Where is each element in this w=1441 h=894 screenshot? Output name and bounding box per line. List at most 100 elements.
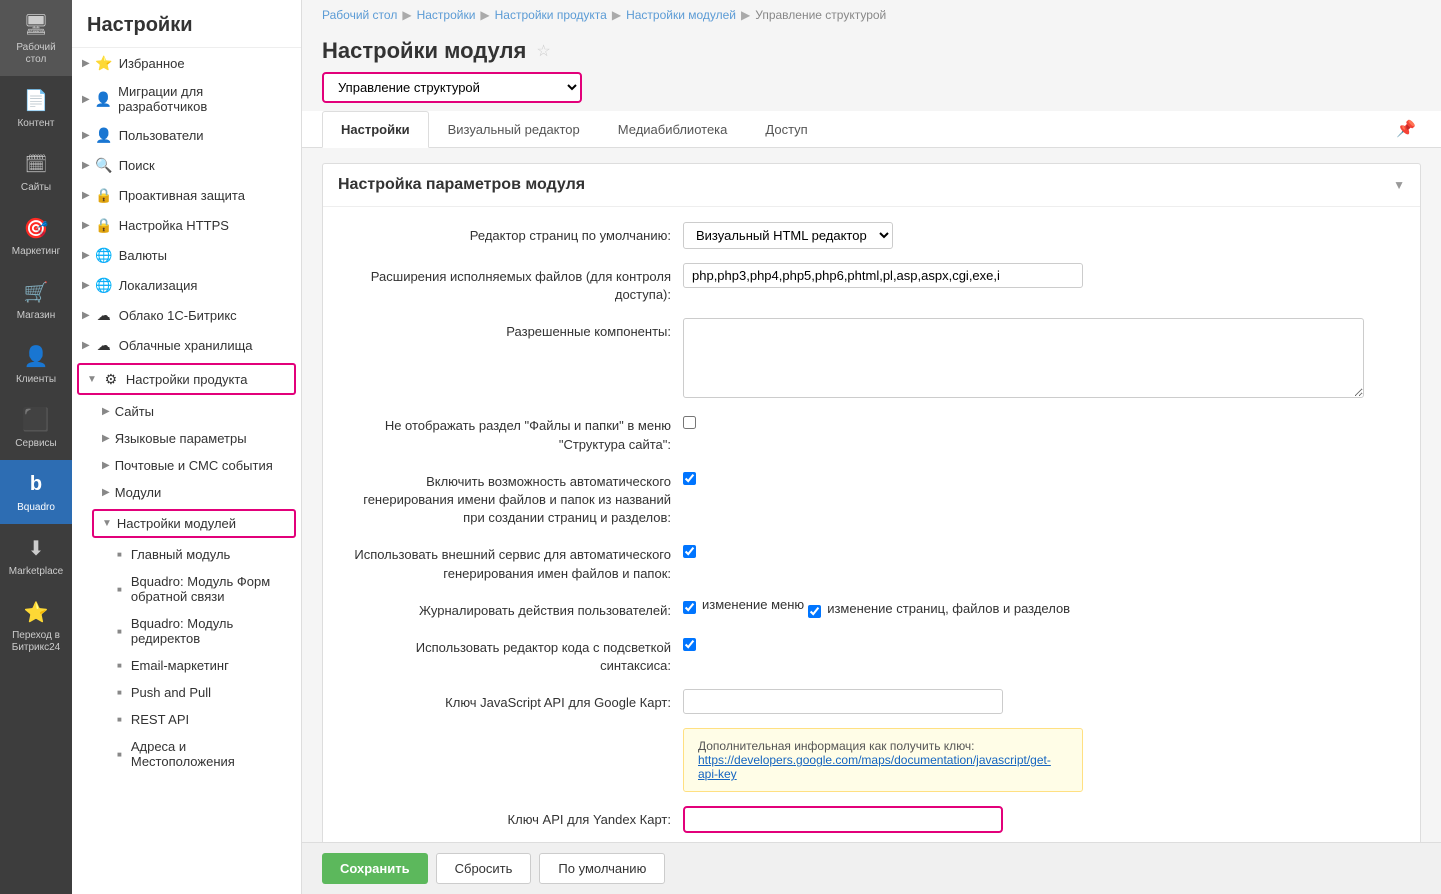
yandex-maps-input[interactable] xyxy=(683,806,1003,833)
sidebar-item-shop[interactable]: 🛒 Магазин xyxy=(0,268,72,332)
product-settings-icon: ⚙ xyxy=(102,370,120,388)
external-service-checkbox[interactable] xyxy=(683,545,696,558)
menu-item-favorites[interactable]: ▶ ⭐ Избранное xyxy=(72,48,301,78)
default-button[interactable]: По умолчанию xyxy=(539,853,665,884)
log-actions-control: изменение меню изменение страниц, файлов… xyxy=(683,597,1400,618)
arrow-icon: ▶ xyxy=(82,310,90,321)
google-maps-label: Ключ JavaScript API для Google Карт: xyxy=(343,689,683,712)
arrow-icon: ▶ xyxy=(82,160,90,171)
sidebar-item-clients[interactable]: 👤 Клиенты xyxy=(0,332,72,396)
sidebar-item-bitrix24[interactable]: ⭐ Переход в Битрикс24 xyxy=(0,588,72,664)
auto-generate-control xyxy=(683,468,1400,485)
menu-item-cloud-storage[interactable]: ▶ ☁ Облачные хранилища xyxy=(72,330,301,360)
sidebar-item-marketing[interactable]: 🎯 Маркетинг xyxy=(0,204,72,268)
expand-arrow-icon: ▼ xyxy=(102,518,112,529)
clients-icon: 👤 xyxy=(22,342,50,370)
log-menu-checkbox[interactable] xyxy=(683,601,696,614)
file-extensions-input[interactable] xyxy=(683,263,1083,288)
menu-item-bquadro-redirect[interactable]: ■ Bquadro: Модуль редиректов xyxy=(72,610,301,652)
sidebar-item-bquadro[interactable]: b Bquadro xyxy=(0,460,72,524)
sidebar-menu: Настройки ▶ ⭐ Избранное ▶ 👤 Миграции для… xyxy=(72,0,302,894)
page-editor-label: Редактор страниц по умолчанию: xyxy=(343,222,683,245)
menu-item-users[interactable]: ▶ 👤 Пользователи xyxy=(72,120,301,150)
log-actions-row: Журналировать действия пользователей: из… xyxy=(343,597,1400,620)
arrow-icon: ▶ xyxy=(102,406,110,417)
module-selector[interactable]: Управление структурой xyxy=(322,72,582,103)
hide-files-checkbox[interactable] xyxy=(683,416,696,429)
collapse-icon[interactable]: ▼ xyxy=(1393,178,1405,192)
menu-item-migrations[interactable]: ▶ 👤 Миграции для разработчиков xyxy=(72,78,301,120)
sidebar-item-desktop[interactable]: 🖥 Рабочий стол xyxy=(0,0,72,76)
menu-item-email-marketing[interactable]: ■ Email-маркетинг xyxy=(72,652,301,679)
tab-access[interactable]: Доступ xyxy=(746,111,826,148)
menu-item-currency[interactable]: ▶ 🌐 Валюты xyxy=(72,240,301,270)
breadcrumb-settings[interactable]: Настройки xyxy=(417,8,476,22)
menu-item-sites-sub[interactable]: ▶ Сайты xyxy=(72,398,301,425)
auto-generate-label: Включить возможность автоматического ген… xyxy=(343,468,683,528)
reset-button[interactable]: Сбросить xyxy=(436,853,532,884)
menu-item-product-settings[interactable]: ▼ ⚙ Настройки продукта xyxy=(79,365,294,393)
log-actions-label: Журналировать действия пользователей: xyxy=(343,597,683,620)
menu-item-bquadro-forms[interactable]: ■ Bquadro: Модуль Форм обратной связи xyxy=(72,568,301,610)
file-extensions-row: Расширения исполняемых файлов (для контр… xyxy=(343,263,1400,304)
favorites-icon: ⭐ xyxy=(95,54,113,72)
page-title: Настройки модуля xyxy=(322,38,526,64)
arrow-icon: ■ xyxy=(117,585,122,594)
google-maps-control xyxy=(683,689,1400,714)
tab-media-library[interactable]: Медиабиблиотека xyxy=(599,111,747,148)
menu-item-lang-params[interactable]: ▶ Языковые параметры xyxy=(72,425,301,452)
auto-generate-row: Включить возможность автоматического ген… xyxy=(343,468,1400,528)
arrow-icon: ■ xyxy=(117,661,122,670)
arrow-icon: ▶ xyxy=(102,487,110,498)
menu-item-mail-events[interactable]: ▶ Почтовые и СМС события xyxy=(72,452,301,479)
google-info-box: Дополнительная информация как получить к… xyxy=(683,728,1083,792)
tab-visual-editor[interactable]: Визуальный редактор xyxy=(429,111,599,148)
breadcrumb-desktop[interactable]: Рабочий стол xyxy=(322,8,397,22)
yandex-maps-row: Ключ API для Yandex Карт: xyxy=(343,806,1400,833)
menu-item-https[interactable]: ▶ 🔒 Настройка HTTPS xyxy=(72,210,301,240)
arrow-icon: ▶ xyxy=(102,433,110,444)
bitrix24-icon: ⭐ xyxy=(22,598,50,626)
menu-item-push-pull[interactable]: ■ Push and Pull xyxy=(72,679,301,706)
sidebar-item-services[interactable]: ⬛ Сервисы xyxy=(0,396,72,460)
menu-item-modules[interactable]: ▶ Модули xyxy=(72,479,301,506)
page-editor-control: Визуальный HTML редактор xyxy=(683,222,1400,249)
arrow-icon: ▶ xyxy=(82,58,90,69)
bquadro-icon: b xyxy=(22,470,50,498)
sidebar-item-sites[interactable]: 🗓 Сайты xyxy=(0,140,72,204)
breadcrumb-product-settings[interactable]: Настройки продукта xyxy=(495,8,607,22)
menu-item-main-module[interactable]: ■ Главный модуль xyxy=(72,541,301,568)
breadcrumb-module-settings[interactable]: Настройки модулей xyxy=(626,8,736,22)
file-extensions-control xyxy=(683,263,1400,288)
arrow-icon: ■ xyxy=(117,688,122,697)
menu-item-proactive[interactable]: ▶ 🔒 Проактивная защита xyxy=(72,180,301,210)
menu-item-addresses[interactable]: ■ Адреса и Местоположения xyxy=(72,733,301,775)
sidebar-item-content[interactable]: 📄 Контент xyxy=(0,76,72,140)
page-editor-select[interactable]: Визуальный HTML редактор xyxy=(683,222,893,249)
services-icon: ⬛ xyxy=(22,406,50,434)
users-icon: 👤 xyxy=(95,126,113,144)
content-icon: 📄 xyxy=(22,86,50,114)
log-pages-checkbox[interactable] xyxy=(808,605,821,618)
menu-item-localization[interactable]: ▶ 🌐 Локализация xyxy=(72,270,301,300)
pin-icon[interactable]: 📌 xyxy=(1396,119,1416,139)
menu-item-cloud[interactable]: ▶ ☁ Облако 1С-Битрикс xyxy=(72,300,301,330)
menu-item-rest-api[interactable]: ■ REST API xyxy=(72,706,301,733)
code-editor-checkbox[interactable] xyxy=(683,638,696,651)
google-info-link[interactable]: https://developers.google.com/maps/docum… xyxy=(698,753,1051,781)
tab-settings[interactable]: Настройки xyxy=(322,111,429,148)
bottom-bar: Сохранить Сбросить По умолчанию xyxy=(302,842,1441,894)
menu-item-search[interactable]: ▶ 🔍 Поиск xyxy=(72,150,301,180)
settings-panel-body: Редактор страниц по умолчанию: Визуальны… xyxy=(323,207,1420,842)
https-icon: 🔒 xyxy=(95,216,113,234)
google-maps-input[interactable] xyxy=(683,689,1003,714)
auto-generate-checkbox[interactable] xyxy=(683,472,696,485)
allowed-components-textarea[interactable] xyxy=(683,318,1364,398)
menu-item-module-settings[interactable]: ▼ Настройки модулей xyxy=(94,511,294,536)
save-button[interactable]: Сохранить xyxy=(322,853,428,884)
sidebar-item-marketplace[interactable]: ⬇ Marketplace xyxy=(0,524,72,588)
sidebar-icons: 🖥 Рабочий стол 📄 Контент 🗓 Сайты 🎯 Марке… xyxy=(0,0,72,894)
favorite-star-icon[interactable]: ☆ xyxy=(536,41,550,61)
marketing-icon: 🎯 xyxy=(22,214,50,242)
arrow-icon: ▶ xyxy=(82,280,90,291)
